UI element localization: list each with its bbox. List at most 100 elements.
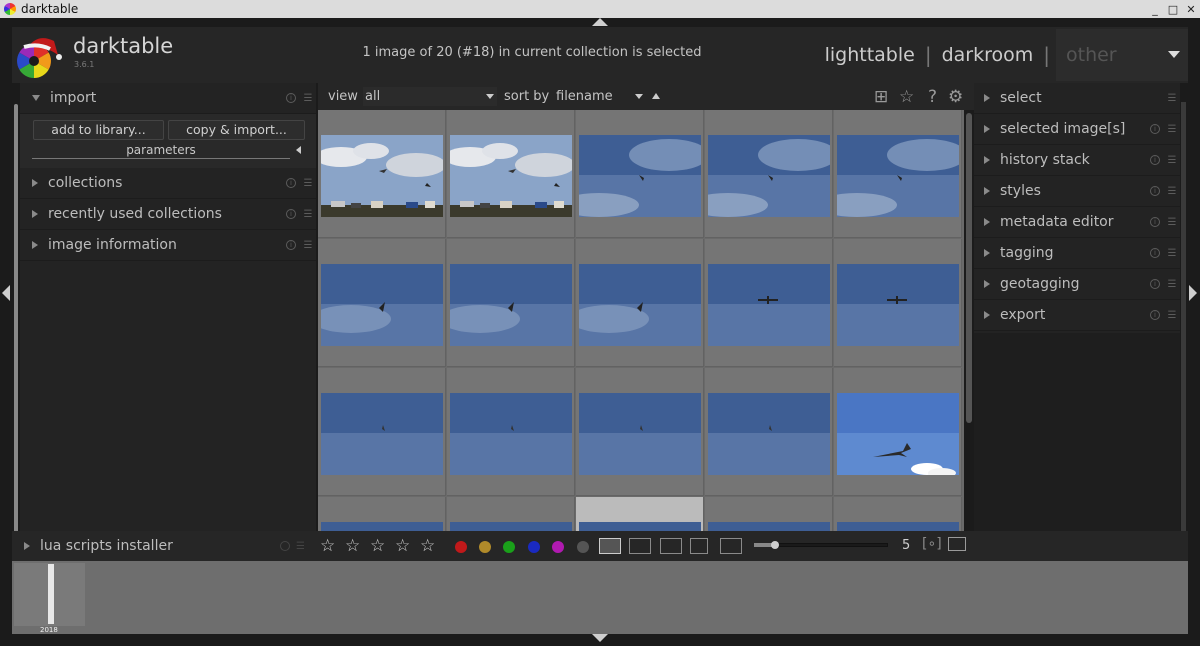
thumbnail-cell[interactable]: [447, 239, 575, 367]
help-icon[interactable]: ?: [928, 87, 937, 107]
info-icon[interactable]: i: [1150, 155, 1160, 165]
zoom-value[interactable]: 5: [902, 538, 910, 553]
module-styles[interactable]: styles i ☰: [974, 176, 1180, 207]
parameters-section[interactable]: parameters: [32, 143, 290, 159]
color-label-blue[interactable]: [528, 541, 540, 553]
copy-and-import-button[interactable]: copy & import...: [168, 120, 305, 140]
star-1-icon[interactable]: ☆: [320, 536, 335, 556]
module-metadata-editor[interactable]: metadata editor i ☰: [974, 207, 1180, 238]
presets-icon[interactable]: ☰: [1164, 310, 1180, 321]
gear-icon[interactable]: ⚙: [948, 87, 963, 107]
collapse-parameters-icon[interactable]: [296, 146, 301, 154]
thumbnail-cell[interactable]: [834, 497, 962, 531]
module-image-information[interactable]: image information i ☰: [20, 230, 316, 261]
presets-icon[interactable]: ☰: [300, 240, 316, 251]
thumbnail-cell[interactable]: [447, 497, 575, 531]
thumbnail-cell[interactable]: [834, 368, 962, 496]
display-profile-icon[interactable]: [948, 537, 966, 551]
presets-icon[interactable]: ☰: [1164, 279, 1180, 290]
presets-icon[interactable]: ☰: [1164, 217, 1180, 228]
module-geotagging[interactable]: geotagging i ☰: [974, 269, 1180, 300]
star-5-icon[interactable]: ☆: [420, 536, 435, 556]
collapse-bottom-arrow[interactable]: [592, 634, 608, 642]
culling-layout-icon[interactable]: [660, 538, 682, 554]
module-recently-used-collections[interactable]: recently used collections i ☰: [20, 199, 316, 230]
module-selected-image-s[interactable]: selected image[s] i ☰: [974, 114, 1180, 145]
thumbnail-cell[interactable]: [318, 110, 446, 238]
module-select[interactable]: select ☰: [974, 83, 1180, 114]
add-to-library-button[interactable]: add to library...: [33, 120, 164, 140]
info-icon[interactable]: [280, 541, 290, 551]
thumbnail-cell[interactable]: [576, 497, 704, 531]
thumbnail-cell[interactable]: [705, 368, 833, 496]
zoom-slider-handle[interactable]: [771, 541, 779, 549]
thumbnail-cell[interactable]: [834, 239, 962, 367]
sort-order-icon[interactable]: [652, 93, 660, 99]
presets-icon[interactable]: ☰: [1164, 186, 1180, 197]
presets-icon[interactable]: ☰: [1164, 248, 1180, 259]
color-label-clear[interactable]: [577, 541, 589, 553]
module-history-stack[interactable]: history stack i ☰: [974, 145, 1180, 176]
presets-icon[interactable]: ☰: [300, 178, 316, 189]
filemanager-layout-icon[interactable]: [599, 538, 621, 554]
thumbnail-cell[interactable]: [318, 368, 446, 496]
star-4-icon[interactable]: ☆: [395, 536, 410, 556]
view-other-dropdown[interactable]: other: [1056, 29, 1188, 81]
minimize-button[interactable]: _: [1146, 3, 1164, 16]
thumbnail-cell[interactable]: [576, 368, 704, 496]
view-darkroom[interactable]: darkroom: [932, 44, 1044, 66]
info-icon[interactable]: i: [286, 240, 296, 250]
info-icon[interactable]: i: [1150, 310, 1160, 320]
collapse-right-arrow[interactable]: [1189, 285, 1197, 301]
sort-by-dropdown[interactable]: filename: [553, 87, 648, 106]
presets-icon[interactable]: ☰: [1164, 124, 1180, 135]
info-icon[interactable]: i: [1150, 217, 1160, 227]
presets-icon[interactable]: ☰: [300, 209, 316, 220]
presets-icon[interactable]: ☰: [1164, 93, 1180, 104]
color-label-purple[interactable]: [552, 541, 564, 553]
presets-icon[interactable]: ☰: [300, 93, 316, 104]
thumbnail-cell[interactable]: [318, 239, 446, 367]
thumbnail-cell[interactable]: [576, 239, 704, 367]
view-filter-dropdown[interactable]: all: [363, 87, 497, 106]
zoomable-layout-icon[interactable]: [629, 538, 651, 554]
color-label-green[interactable]: [503, 541, 515, 553]
info-icon[interactable]: i: [1150, 279, 1160, 289]
thumbnail-cell[interactable]: [834, 110, 962, 238]
grid-scrollbar[interactable]: [966, 113, 972, 423]
info-icon[interactable]: i: [1150, 124, 1160, 134]
grouping-icon[interactable]: ⊞: [874, 87, 888, 107]
color-label-yellow[interactable]: [479, 541, 491, 553]
presets-icon[interactable]: ☰: [296, 541, 310, 552]
info-icon[interactable]: i: [286, 209, 296, 219]
thumbnail-cell[interactable]: [447, 368, 575, 496]
view-lighttable[interactable]: lighttable: [815, 44, 925, 66]
module-export[interactable]: export i ☰: [974, 300, 1180, 331]
collapse-left-arrow[interactable]: [2, 285, 10, 301]
preview-layout-icon[interactable]: [720, 538, 742, 554]
thumbnail-cell[interactable]: [705, 110, 833, 238]
close-button[interactable]: ✕: [1182, 3, 1200, 16]
maximize-button[interactable]: □: [1164, 3, 1182, 16]
timeline-strip[interactable]: 2018: [12, 561, 1188, 634]
thumbnail-cell[interactable]: [318, 497, 446, 531]
module-import[interactable]: import i ☰: [20, 83, 316, 114]
thumbnail-cell[interactable]: [576, 110, 704, 238]
color-label-red[interactable]: [455, 541, 467, 553]
info-icon[interactable]: i: [1150, 248, 1160, 258]
info-icon[interactable]: i: [1150, 186, 1160, 196]
info-icon[interactable]: i: [286, 93, 296, 103]
star-3-icon[interactable]: ☆: [370, 536, 385, 556]
presets-icon[interactable]: ☰: [1164, 155, 1180, 166]
star-icon[interactable]: ☆: [899, 87, 914, 107]
focus-peaking-icon[interactable]: [∘]: [922, 536, 942, 552]
thumbnail-cell[interactable]: [705, 497, 833, 531]
info-icon[interactable]: i: [286, 178, 296, 188]
module-tagging[interactable]: tagging i ☰: [974, 238, 1180, 269]
thumbnail-cell[interactable]: [705, 239, 833, 367]
right-panel-scrollbar[interactable]: [1181, 102, 1186, 542]
module-lua-scripts-installer[interactable]: lua scripts installer ☰: [12, 531, 310, 561]
module-collections[interactable]: collections i ☰: [20, 168, 316, 199]
left-panel-scrollbar[interactable]: [14, 104, 18, 544]
thumbnail-cell[interactable]: [447, 110, 575, 238]
